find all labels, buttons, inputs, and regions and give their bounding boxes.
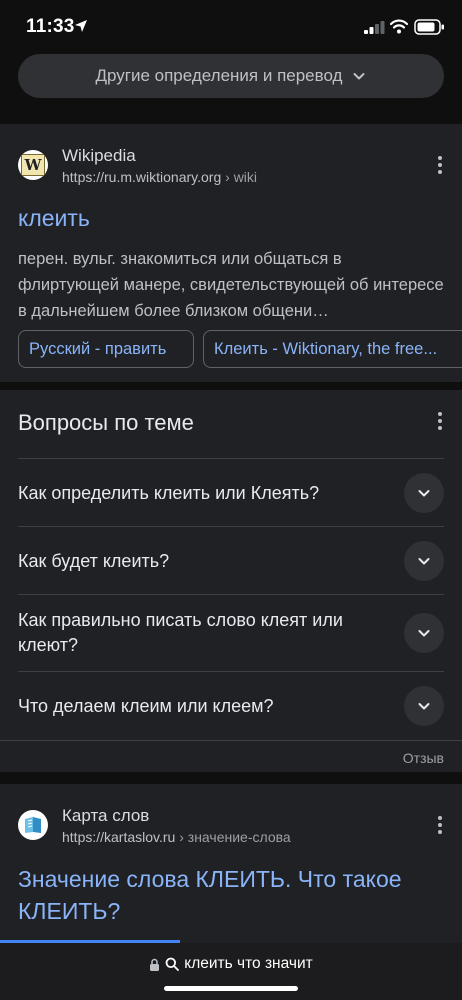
result-card-kartaslov: Карта слов https://kartaslov.ru › значен… — [0, 784, 462, 944]
more-definitions-button[interactable]: Другие определения и перевод — [18, 54, 444, 98]
wikipedia-favicon: W — [18, 150, 48, 180]
question-text: Как определить клеить или Клеять? — [18, 483, 320, 503]
result-card-wikipedia: W Wikipedia https://ru.m.wiktionary.org … — [0, 124, 462, 382]
result-snippet: перен. вульг. знакомиться или общаться в… — [18, 250, 444, 320]
chip-russian-edit[interactable]: Русский - править — [18, 330, 194, 368]
site-url[interactable]: https://kartaslov.ru › значение-слова — [62, 829, 291, 845]
question-item[interactable]: Как правильно писать слово клеят или кле… — [18, 594, 444, 671]
result-title-link[interactable]: клеить — [18, 205, 90, 232]
related-questions-heading: Вопросы по теме — [18, 410, 194, 435]
more-options-icon[interactable] — [436, 816, 444, 834]
kartaslov-favicon — [18, 810, 48, 840]
expand-question-button[interactable] — [404, 686, 444, 726]
chevron-down-icon — [418, 703, 430, 710]
expand-question-button[interactable] — [404, 613, 444, 653]
chevron-down-icon — [418, 558, 430, 565]
cellular-signal-icon — [364, 21, 385, 34]
status-bar: 11:33 — [0, 0, 462, 56]
search-icon — [165, 957, 180, 971]
url-breadcrumb: › значение-слова — [175, 829, 291, 845]
status-time: 11:33 — [26, 16, 75, 37]
home-indicator[interactable] — [164, 986, 298, 991]
browser-url-bar[interactable]: клеить что значит — [0, 943, 462, 1000]
question-item[interactable]: Как определить клеить или Клеять? — [18, 458, 444, 526]
chip-wiktionary[interactable]: Клеить - Wiktionary, the free... — [203, 330, 462, 368]
more-definitions-label: Другие определения и перевод — [95, 66, 343, 85]
book-icon — [25, 817, 41, 833]
question-item[interactable]: Что делаем клеим или клеем? — [18, 671, 444, 739]
chevron-down-icon — [418, 630, 430, 637]
favicon-letter: W — [20, 154, 46, 176]
question-text: Что делаем клеим или клеем? — [18, 696, 274, 716]
url-domain: https://kartaslov.ru — [62, 829, 176, 845]
question-text: Как будет клеить? — [18, 551, 170, 571]
question-item[interactable]: Как будет клеить? — [18, 526, 444, 594]
more-options-icon[interactable] — [436, 156, 444, 174]
expand-question-button[interactable] — [404, 473, 444, 513]
related-questions-card: Вопросы по теме Как определить клеить ил… — [0, 390, 462, 772]
site-url[interactable]: https://ru.m.wiktionary.org › wiki — [62, 169, 257, 185]
expand-question-button[interactable] — [404, 541, 444, 581]
url-domain: https://ru.m.wiktionary.org — [62, 169, 222, 185]
lock-icon — [150, 958, 160, 971]
result-title-link[interactable]: Значение слова КЛЕИТЬ. Что такое КЛЕИТЬ? — [18, 863, 438, 927]
chevron-down-icon — [418, 490, 430, 497]
wifi-icon — [390, 19, 408, 34]
location-arrow-icon — [75, 20, 87, 32]
site-name[interactable]: Wikipedia — [62, 146, 136, 166]
feedback-link[interactable]: Отзыв — [403, 750, 444, 766]
battery-icon — [414, 19, 444, 35]
chevron-down-icon — [353, 73, 365, 80]
url-breadcrumb: › wiki — [221, 169, 258, 185]
question-text: Как правильно писать слово клеят или кле… — [18, 610, 343, 655]
url-text: клеить что значит — [184, 955, 313, 972]
site-name[interactable]: Карта слов — [62, 806, 149, 826]
more-options-icon[interactable] — [436, 412, 444, 430]
